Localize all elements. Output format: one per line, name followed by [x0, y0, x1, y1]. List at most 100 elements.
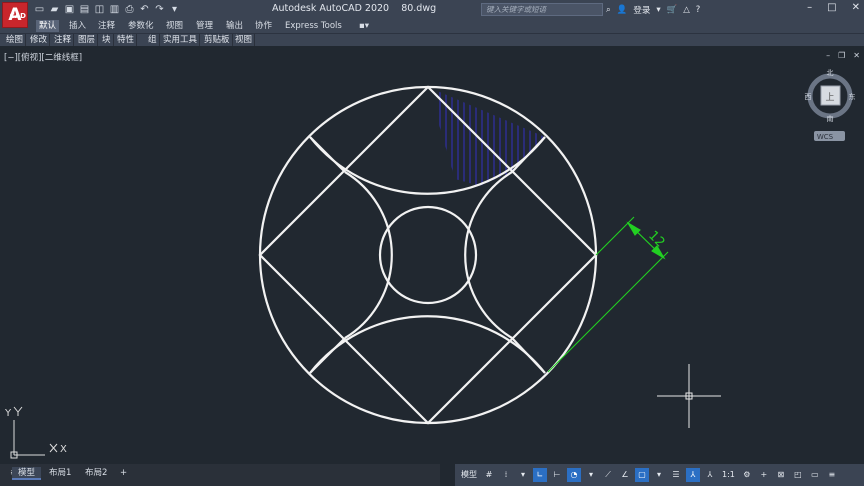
viewport-controls-label[interactable]: [−][俯视][二维线框] — [4, 51, 82, 63]
app-logo-corner-text: CAD — [9, 12, 26, 20]
workspace-gear-icon[interactable]: ⚙ — [740, 468, 754, 482]
dropdown-chevron-icon[interactable]: ▾ — [656, 5, 660, 15]
login-link[interactable]: 登录 — [633, 4, 650, 16]
redo-icon[interactable]: ↷ — [154, 4, 165, 15]
tab-collaborate[interactable]: 协作 — [252, 20, 275, 32]
tab-view[interactable]: 视图 — [163, 20, 186, 32]
model-space-button[interactable]: 模型 — [459, 468, 479, 482]
tab-output[interactable]: 输出 — [223, 20, 246, 32]
app-name: Autodesk AutoCAD 2020 — [272, 3, 390, 14]
snap-icon[interactable]: ⁞ — [499, 468, 513, 482]
arc-bottom[interactable] — [309, 315, 546, 374]
close-icon[interactable]: ✕ — [852, 2, 860, 13]
save-as-icon[interactable]: ▤ — [79, 4, 90, 15]
tab-default[interactable]: 默认 — [36, 20, 60, 32]
lineweight-icon[interactable]: ☰ — [669, 468, 683, 482]
panel-annotation[interactable]: 注释 — [52, 34, 75, 46]
clean-screen-icon[interactable]: ▭ — [808, 468, 822, 482]
panel-block[interactable]: 块 — [100, 34, 114, 46]
tab-layout1[interactable]: 布局1 — [43, 467, 77, 480]
auto-scale-icon[interactable]: ⅄ — [703, 468, 717, 482]
crosshair-cursor — [657, 364, 721, 428]
title-right-tools: ⌕ 👤 登录 ▾ 🛒 △ ? — [606, 2, 700, 17]
snap-dropdown-icon[interactable]: ▾ — [516, 468, 530, 482]
cart-icon[interactable]: 🛒 — [667, 5, 678, 15]
ortho-icon[interactable]: ∟ — [533, 468, 547, 482]
arc-left[interactable] — [344, 171, 393, 339]
part-geometry[interactable] — [258, 85, 598, 425]
ribbon-panels: 绘图 修改 注释 图层 块 特性 组 实用工具 剪贴板 视图 — [0, 33, 864, 46]
arc-top[interactable] — [309, 136, 546, 195]
user-icon[interactable]: 👤 — [617, 5, 628, 15]
status-bar: 模型 # ⁞ ▾ ∟ ⊢ ◔ ▾ ⟋ ∠ ▢ ▾ ☰ ⅄ ⅄ 1:1 ⚙ + ⊠… — [455, 464, 864, 486]
customize-qat-icon[interactable]: ▾ — [169, 4, 180, 15]
viewport-minimize-icon[interactable]: – — [826, 51, 830, 60]
print-icon[interactable]: ⎙ — [124, 4, 135, 15]
add-layout-icon[interactable]: + — [114, 467, 133, 480]
annotation-monitor-icon[interactable]: + — [757, 468, 771, 482]
panel-modify[interactable]: 修改 — [28, 34, 51, 46]
tab-annotate[interactable]: 注释 — [95, 20, 118, 32]
panel-groups[interactable]: 组 — [146, 34, 160, 46]
hatch-pattern[interactable] — [439, 80, 543, 200]
object-snap-tracking-icon[interactable]: ∠ — [618, 468, 632, 482]
ucs-x-label: X — [60, 444, 67, 455]
panel-properties[interactable]: 特性 — [115, 34, 138, 46]
viewcube-east[interactable]: 东 — [849, 92, 856, 101]
ribbon-toggle-icon[interactable]: ▪▾ — [356, 20, 372, 32]
dimension-text[interactable]: 12 — [645, 228, 667, 250]
web-save-icon[interactable]: ◫ — [94, 4, 105, 15]
center-circle[interactable] — [378, 205, 478, 305]
panel-utilities[interactable]: 实用工具 — [161, 34, 201, 46]
tab-model[interactable]: 模型 — [12, 467, 42, 480]
osnap-dropdown-icon[interactable]: ▾ — [652, 468, 666, 482]
undo-icon[interactable]: ↶ — [139, 4, 150, 15]
panel-layers[interactable]: 图层 — [76, 34, 99, 46]
polar-tracking-icon[interactable]: ◔ — [567, 468, 581, 482]
maximize-icon[interactable]: □ — [827, 2, 836, 13]
ucs-y-label: Y — [4, 408, 12, 419]
save-icon[interactable]: ▣ — [64, 4, 75, 15]
customization-icon[interactable]: ≡ — [825, 468, 839, 482]
viewcube-north[interactable]: 北 — [827, 69, 834, 77]
annotation-scale[interactable]: 1:1 — [720, 468, 737, 482]
viewcube-west[interactable]: 西 — [805, 93, 812, 101]
polar-dropdown-icon[interactable]: ▾ — [584, 468, 598, 482]
layout-tabs-bar: ≡ 模型 布局1 布局2 + — [0, 464, 440, 486]
panel-clipboard[interactable]: 剪贴板 — [202, 34, 233, 46]
hardware-accel-icon[interactable]: ◰ — [791, 468, 805, 482]
isodraft-icon[interactable]: ⟋ — [601, 468, 615, 482]
viewport-close-icon[interactable]: ✕ — [853, 51, 860, 60]
arc-right[interactable] — [464, 171, 513, 339]
tab-manage[interactable]: 管理 — [193, 20, 216, 32]
tab-insert[interactable]: 插入 — [66, 20, 89, 32]
quick-access-toolbar: ▭ ▰ ▣ ▤ ◫ ▥ ⎙ ↶ ↷ ▾ — [34, 2, 180, 17]
annotation-visibility-icon[interactable]: ⅄ — [686, 468, 700, 482]
grid-icon[interactable]: # — [482, 468, 496, 482]
viewport-restore-icon[interactable]: ❐ — [838, 51, 845, 60]
tab-parametric[interactable]: 参数化 — [125, 20, 157, 32]
application-menu-button[interactable]: A CAD — [2, 2, 28, 28]
viewcube[interactable]: 上 北 东 南 西 WCS — [805, 69, 856, 141]
viewport-window-controls: – ❐ ✕ — [826, 51, 860, 60]
search-icon[interactable]: ⌕ — [606, 5, 611, 15]
panel-view[interactable]: 视图 — [233, 34, 256, 46]
a360-icon[interactable]: △ — [683, 5, 690, 15]
dynamic-input-icon[interactable]: ⊢ — [550, 468, 564, 482]
plot-icon[interactable]: ▥ — [109, 4, 120, 15]
wcs-label: WCS — [817, 133, 834, 141]
tab-express-tools[interactable]: Express Tools — [282, 20, 345, 32]
help-icon[interactable]: ? — [696, 5, 701, 15]
window-controls: – □ ✕ — [807, 2, 860, 13]
tab-layout2[interactable]: 布局2 — [79, 467, 113, 480]
search-input[interactable]: 键入关键字或短语 — [481, 3, 603, 16]
open-icon[interactable]: ▰ — [49, 4, 60, 15]
minimize-icon[interactable]: – — [807, 2, 812, 13]
new-icon[interactable]: ▭ — [34, 4, 45, 15]
autocad-window: ▭ ▰ ▣ ▤ ◫ ▥ ⎙ ↶ ↷ ▾ Autodesk AutoCAD 202… — [0, 0, 864, 486]
viewcube-south[interactable]: 南 — [827, 114, 834, 123]
panel-draw[interactable]: 绘图 — [4, 34, 27, 46]
object-snap-icon[interactable]: ▢ — [635, 468, 649, 482]
isolate-objects-icon[interactable]: ⊠ — [774, 468, 788, 482]
drawing-canvas[interactable]: 12 Y X 上 北 东 南 西 WCS — [0, 47, 864, 464]
